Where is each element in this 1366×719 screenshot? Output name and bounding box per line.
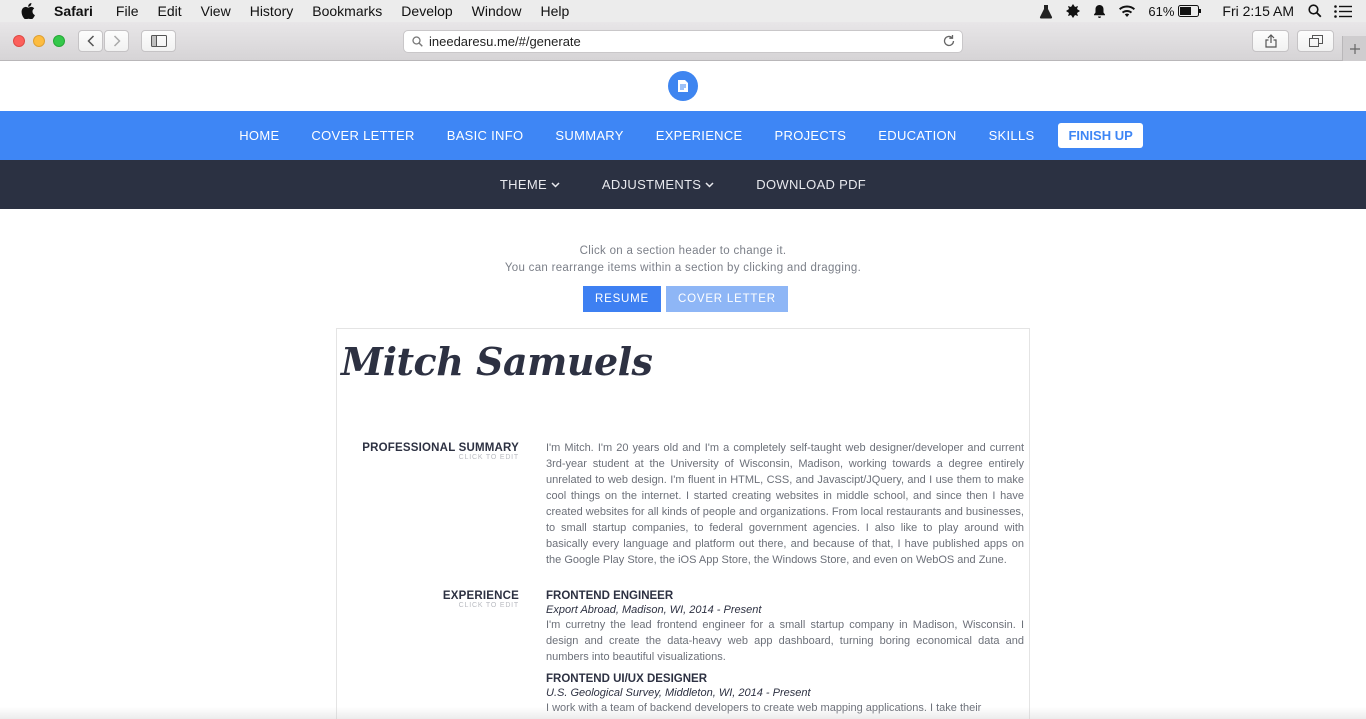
experience-item[interactable]: FRONTEND ENGINEER Export Abroad, Madison…: [546, 589, 1024, 665]
status-area: 61% Fri 2:15 AM: [1039, 0, 1366, 22]
document-tabs: RESUME COVER LETTER: [583, 286, 793, 312]
web-page: HOME COVER LETTER BASIC INFO SUMMARY EXP…: [0, 61, 1366, 719]
menu-develop[interactable]: Develop: [401, 3, 452, 19]
download-pdf-link[interactable]: DOWNLOAD PDF: [756, 177, 866, 192]
click-to-edit-hint: CLICK TO EDIT: [458, 454, 519, 461]
reload-icon[interactable]: [942, 34, 956, 48]
nav-experience[interactable]: EXPERIENCE: [640, 128, 759, 143]
main-nav: HOME COVER LETTER BASIC INFO SUMMARY EXP…: [0, 111, 1366, 160]
theme-dropdown[interactable]: THEME: [500, 177, 560, 192]
share-icon: [1264, 34, 1277, 48]
experience-section-header[interactable]: EXPERIENCE CLICK TO EDIT: [337, 590, 519, 609]
nav-skills[interactable]: SKILLS: [973, 128, 1051, 143]
adjustments-label: ADJUSTMENTS: [601, 177, 702, 192]
close-window-button[interactable]: [13, 35, 25, 47]
address-bar[interactable]: ineedaresu.me/#/generate: [403, 30, 963, 53]
tab-resume[interactable]: RESUME: [583, 286, 662, 312]
menu-app-safari[interactable]: Safari: [54, 3, 93, 19]
theme-label: THEME: [499, 177, 547, 192]
menu-window[interactable]: Window: [472, 3, 522, 19]
notification-bell-icon[interactable]: [1093, 4, 1106, 19]
spotlight-search-icon[interactable]: [1308, 4, 1322, 18]
url-text[interactable]: ineedaresu.me/#/generate: [429, 34, 581, 49]
experience-section-title: EXPERIENCE: [442, 590, 519, 602]
job-description: I'm curretny the lead frontend engineer …: [546, 619, 1024, 663]
flask-icon[interactable]: [1039, 4, 1053, 19]
instruction-line-2: You can rearrange items within a section…: [504, 262, 862, 274]
apple-icon[interactable]: [20, 3, 36, 19]
battery-icon[interactable]: [1178, 5, 1202, 17]
fullscreen-window-button[interactable]: [53, 35, 65, 47]
menu-edit[interactable]: Edit: [157, 3, 181, 19]
plus-icon: [1349, 43, 1360, 54]
instructions: Click on a section header to change it. …: [0, 243, 1366, 277]
tab-cover-letter[interactable]: COVER LETTER: [666, 286, 788, 312]
experience-list: FRONTEND ENGINEER Export Abroad, Madison…: [546, 589, 1024, 719]
finish-up-button[interactable]: FINISH UP: [1058, 123, 1143, 148]
new-tab-button[interactable]: [1342, 36, 1366, 61]
share-button[interactable]: [1252, 30, 1289, 52]
menu-file[interactable]: File: [116, 3, 139, 19]
job-meta: Export Abroad, Madison, WI, 2014 - Prese…: [546, 604, 762, 616]
chevron-down-icon: [705, 181, 714, 188]
battery-percent: 61%: [1148, 3, 1175, 19]
wifi-icon[interactable]: [1118, 4, 1136, 18]
click-to-edit-hint: CLICK TO EDIT: [458, 602, 519, 609]
sidebar-toggle-button[interactable]: [141, 30, 176, 52]
nav-projects[interactable]: PROJECTS: [759, 128, 863, 143]
nav-cover-letter[interactable]: COVER LETTER: [295, 128, 430, 143]
sub-nav: THEME ADJUSTMENTS DOWNLOAD PDF: [0, 160, 1366, 209]
nav-home[interactable]: HOME: [223, 128, 295, 143]
notification-center-icon[interactable]: [1334, 4, 1352, 18]
back-button[interactable]: [78, 30, 103, 52]
adjustments-dropdown[interactable]: ADJUSTMENTS: [602, 177, 714, 192]
chevron-down-icon: [551, 181, 560, 188]
job-meta: U.S. Geological Survey, Middleton, WI, 2…: [546, 687, 811, 699]
dock-shadow: [0, 707, 1366, 719]
sidebar-icon: [150, 35, 167, 47]
menu-bar: Safari File Edit View History Bookmarks …: [0, 0, 1366, 22]
minimize-window-button[interactable]: [33, 35, 45, 47]
resume-name[interactable]: Mitch Samuels: [341, 339, 653, 384]
puzzle-icon[interactable]: [1065, 3, 1081, 19]
chevron-right-icon: [113, 35, 121, 47]
tabs-icon: [1308, 35, 1323, 47]
instruction-line-1: Click on a section header to change it.: [579, 245, 787, 257]
summary-section-header[interactable]: PROFESSIONAL SUMMARY CLICK TO EDIT: [337, 442, 519, 461]
search-icon: [412, 36, 423, 47]
menu-history[interactable]: History: [250, 3, 294, 19]
summary-section-title: PROFESSIONAL SUMMARY: [362, 442, 519, 454]
nav-education[interactable]: EDUCATION: [862, 128, 972, 143]
summary-text[interactable]: I'm Mitch. I'm 20 years old and I'm a co…: [546, 440, 1024, 568]
menu-bookmarks[interactable]: Bookmarks: [312, 3, 382, 19]
menu-view[interactable]: View: [201, 3, 231, 19]
chevron-left-icon: [86, 35, 94, 47]
show-tabs-button[interactable]: [1297, 30, 1334, 52]
document-icon: [678, 80, 688, 92]
job-title: FRONTEND ENGINEER: [546, 590, 674, 602]
job-title: FRONTEND UI/UX DESIGNER: [546, 673, 708, 685]
nav-basic-info[interactable]: BASIC INFO: [431, 128, 540, 143]
browser-toolbar: ineedaresu.me/#/generate: [0, 22, 1366, 61]
nav-summary[interactable]: SUMMARY: [539, 128, 639, 143]
clock[interactable]: Fri 2:15 AM: [1222, 3, 1294, 19]
menu-help[interactable]: Help: [540, 3, 569, 19]
resume-preview: Mitch Samuels PROFESSIONAL SUMMARY CLICK…: [336, 328, 1030, 719]
site-logo[interactable]: [668, 71, 698, 101]
forward-button[interactable]: [104, 30, 129, 52]
